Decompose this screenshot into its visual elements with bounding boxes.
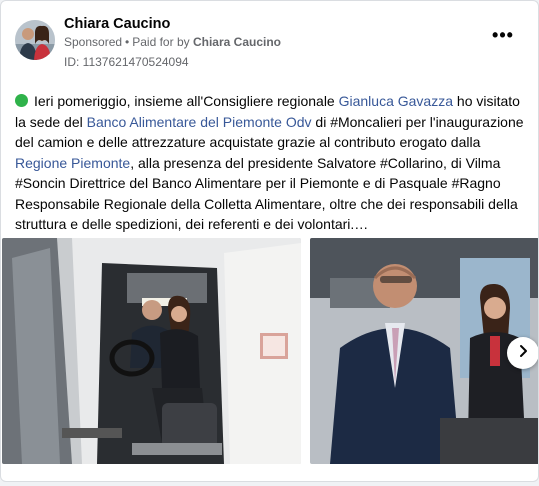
photo-truck-interior[interactable] [310,238,538,464]
link-gianluca-gavazza[interactable]: Gianluca Gavazza [339,93,453,109]
advertiser-name[interactable]: Chiara Caucino [64,16,170,32]
post-text-segment: Ieri pomeriggio, insieme all'Consigliere… [34,93,339,109]
chevron-right-icon [516,344,530,363]
photo-truck-cabin[interactable] [2,238,301,464]
green-circle-icon [15,94,28,107]
advertiser-avatar[interactable] [15,20,55,60]
paid-for-name: Chiara Caucino [192,35,281,49]
carousel-next-button[interactable] [507,337,538,369]
link-regione-piemonte[interactable]: Regione Piemonte [15,155,130,171]
paid-for-prefix: Paid for by [132,35,190,49]
separator-dot: • [125,35,130,49]
post-header: Chiara Caucino Sponsored • Paid for by Chi… [15,13,524,73]
sponsored-label: Sponsored [64,35,123,49]
sponsored-line: Sponsored • Paid for by Chiara Caucino [64,35,281,49]
sponsored-post-card: Chiara Caucino Sponsored • Paid for by Chi… [0,0,539,482]
post-media-carousel [2,238,538,464]
more-options-icon[interactable]: ••• [490,26,516,49]
post-text: Ieri pomeriggio, insieme all'Consigliere… [15,91,527,235]
ad-id: ID: 1137621470524094 [64,55,189,69]
link-banco-alimentare[interactable]: Banco Alimentare del Piemonte Odv [87,114,312,130]
